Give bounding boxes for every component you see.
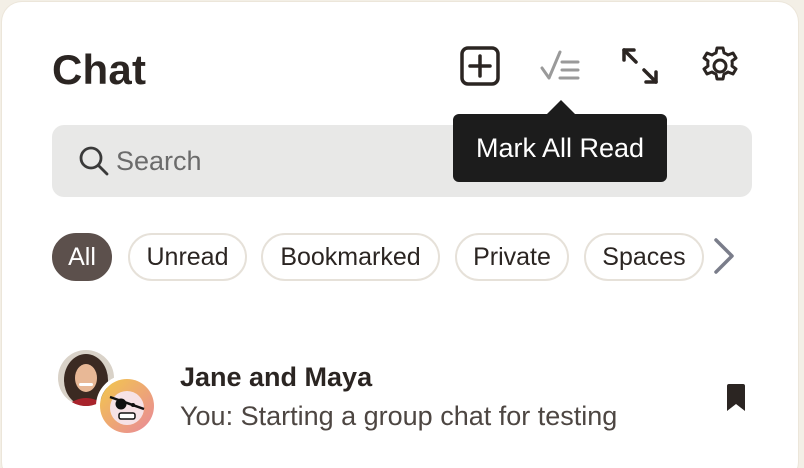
filter-unread[interactable]: Unread bbox=[128, 233, 247, 281]
mark-all-read-icon bbox=[540, 50, 580, 80]
mark-all-read-button[interactable] bbox=[536, 42, 584, 90]
filter-private[interactable]: Private bbox=[455, 233, 569, 281]
chevron-right-icon[interactable] bbox=[708, 236, 738, 276]
filter-bookmarked[interactable]: Bookmarked bbox=[261, 233, 440, 281]
expand-button[interactable] bbox=[616, 42, 664, 90]
new-chat-button[interactable] bbox=[456, 42, 504, 90]
page-title: Chat bbox=[52, 46, 147, 93]
expand-icon bbox=[622, 48, 658, 84]
filter-all[interactable]: All bbox=[52, 233, 112, 281]
chat-preview: You: Starting a group chat for testing bbox=[180, 401, 618, 431]
mark-all-read-tooltip: Mark All Read bbox=[453, 100, 667, 182]
chat-panel: Chat Search Mark All Read All Unread Boo… bbox=[2, 2, 798, 468]
settings-button[interactable] bbox=[696, 42, 744, 90]
new-chat-icon bbox=[460, 46, 500, 86]
avatar bbox=[96, 375, 158, 437]
bookmark-icon[interactable] bbox=[724, 383, 748, 413]
chat-name: Jane and Maya bbox=[180, 362, 373, 392]
search-icon bbox=[79, 146, 109, 176]
gear-icon bbox=[702, 46, 738, 81]
search-placeholder: Search bbox=[116, 146, 202, 176]
filter-spaces[interactable]: Spaces bbox=[584, 233, 704, 281]
filter-chips: All Unread Bookmarked Private Spaces bbox=[52, 233, 752, 281]
